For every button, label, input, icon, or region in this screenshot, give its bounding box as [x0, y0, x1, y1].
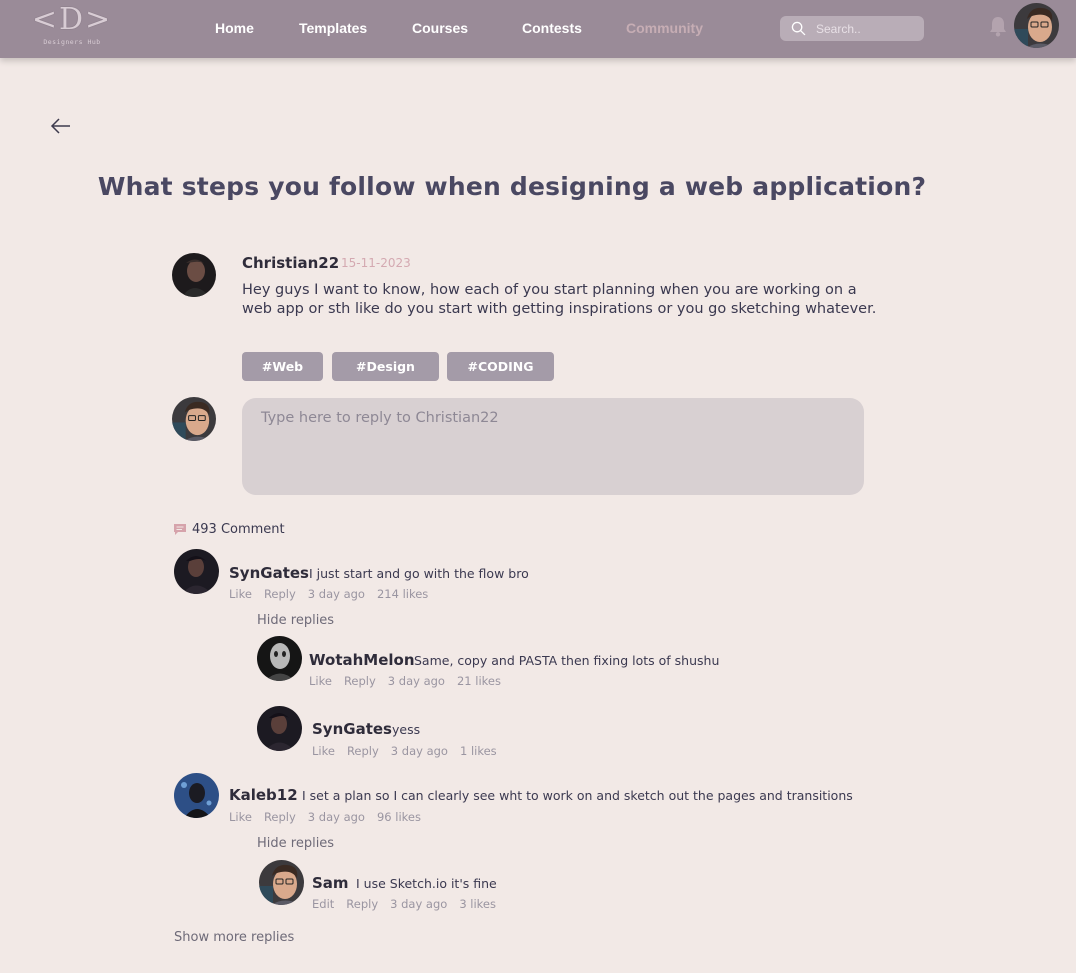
top-navbar: <D> Designers Hub Home Templates Courses… [0, 0, 1076, 58]
like-button[interactable]: Like [229, 587, 252, 601]
reply-avatar[interactable] [257, 706, 302, 751]
reply-button[interactable]: Reply [344, 674, 376, 688]
comment-actions: Like Reply 3 day ago 214 likes [229, 587, 440, 601]
reply-avatar[interactable] [259, 860, 304, 905]
reply-time: 3 day ago [387, 674, 445, 688]
comment-time: 3 day ago [307, 587, 365, 601]
like-button[interactable]: Like [309, 674, 332, 688]
comment-text: I set a plan so I can clearly see wht to… [302, 788, 853, 803]
reply-author[interactable]: WotahMelon [309, 651, 415, 669]
reply-text: yess [392, 722, 421, 737]
reply-actions: Edit Reply 3 day ago 3 likes [312, 897, 508, 911]
nav-contests[interactable]: Contests [522, 20, 582, 36]
comment-actions: Like Reply 3 day ago 96 likes [229, 810, 433, 824]
show-more-replies-button[interactable]: Show more replies [174, 930, 294, 945]
reply-author[interactable]: Sam [312, 874, 349, 892]
reply-actions: Like Reply 3 day ago 21 likes [309, 674, 513, 688]
reply-button[interactable]: Reply [347, 744, 379, 758]
back-arrow-icon[interactable] [50, 116, 72, 136]
nav-templates[interactable]: Templates [299, 20, 367, 36]
comment-icon [174, 524, 186, 535]
comment-avatar[interactable] [174, 773, 219, 818]
logo[interactable]: <D> Designers Hub [26, 4, 118, 48]
comment-text: I just start and go with the flow bro [309, 566, 529, 581]
reply-input[interactable] [242, 398, 864, 495]
like-button[interactable]: Like [312, 744, 335, 758]
post-author-avatar[interactable] [172, 253, 216, 297]
hide-replies-button[interactable]: Hide replies [257, 613, 334, 628]
search-icon [791, 21, 806, 36]
nav-courses[interactable]: Courses [412, 20, 468, 36]
reply-author[interactable]: SynGates [312, 720, 392, 738]
logo-mark: <D> [31, 2, 113, 37]
like-count: 3 likes [459, 897, 496, 911]
user-avatar[interactable] [1014, 3, 1059, 48]
bell-icon[interactable] [988, 15, 1008, 37]
post-body: Hey guys I want to know, how each of you… [242, 282, 877, 317]
search-input[interactable] [816, 19, 916, 38]
like-count: 21 likes [456, 674, 501, 688]
nav-community[interactable]: Community [626, 20, 703, 36]
nav-home[interactable]: Home [215, 20, 254, 36]
edit-button[interactable]: Edit [312, 897, 334, 911]
reply-button[interactable]: Reply [264, 810, 296, 824]
like-button[interactable]: Like [229, 810, 252, 824]
page-title: What steps you follow when designing a w… [97, 172, 927, 201]
like-count: 1 likes [459, 744, 497, 758]
tag-coding[interactable]: #CODING [447, 352, 554, 381]
tag-web[interactable]: #Web [242, 352, 323, 381]
reply-text: Same, copy and PASTA then fixing lots of… [414, 653, 720, 668]
comment-author[interactable]: SynGates [229, 564, 309, 582]
hide-replies-button[interactable]: Hide replies [257, 836, 334, 851]
reply-time: 3 day ago [390, 897, 448, 911]
comment-count: 493 Comment [192, 522, 285, 537]
reply-actions: Like Reply 3 day ago 1 likes [312, 744, 509, 758]
reply-button[interactable]: Reply [346, 897, 378, 911]
comment-avatar[interactable] [174, 549, 219, 594]
reply-avatar[interactable] [257, 636, 302, 681]
post-author-name[interactable]: Christian22 [242, 254, 339, 272]
comment-time: 3 day ago [307, 810, 365, 824]
logo-subtitle: Designers Hub [43, 38, 101, 46]
reply-time: 3 day ago [390, 744, 448, 758]
reply-button[interactable]: Reply [264, 587, 296, 601]
post-date: 15-11-2023 [341, 256, 411, 270]
tag-design[interactable]: #Design [332, 352, 439, 381]
like-count: 96 likes [376, 810, 421, 824]
comment-author[interactable]: Kaleb12 [229, 786, 298, 804]
search-bar[interactable] [780, 16, 924, 41]
like-count: 214 likes [376, 587, 429, 601]
reply-text: I use Sketch.io it's fine [356, 876, 497, 891]
current-user-avatar [172, 397, 216, 441]
